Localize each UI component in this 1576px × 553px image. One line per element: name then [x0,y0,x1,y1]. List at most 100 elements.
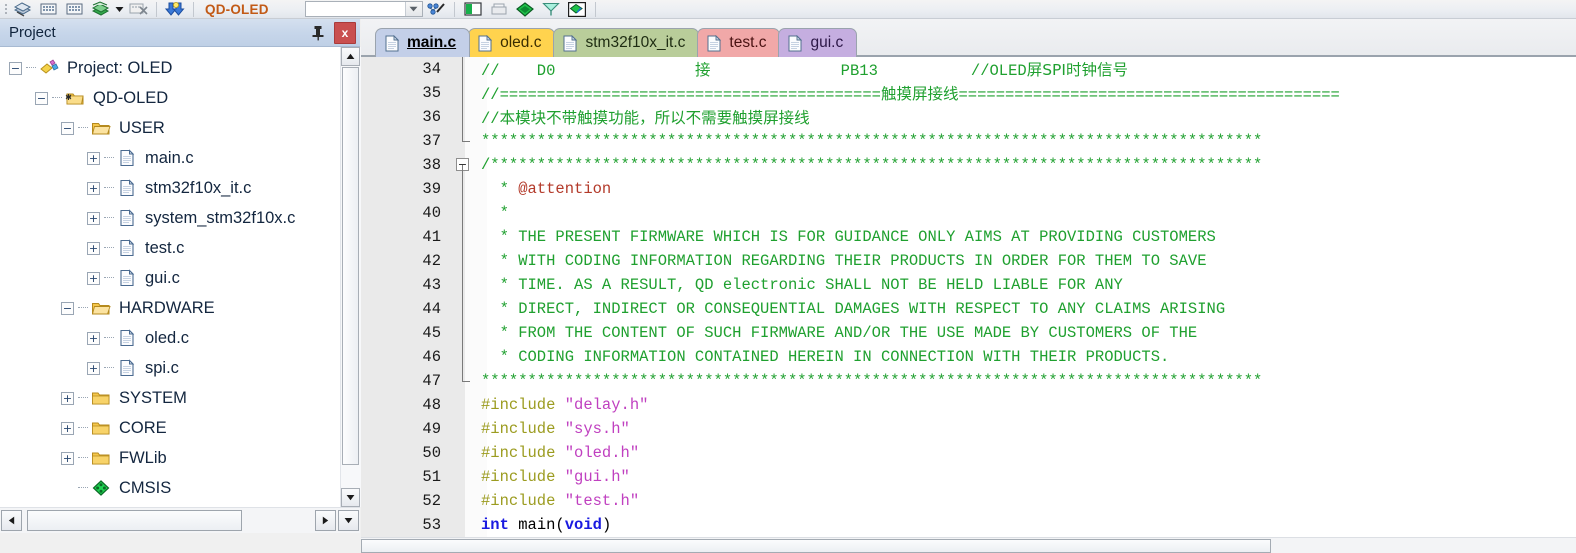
collapse-icon[interactable]: − [61,121,74,135]
code-line[interactable]: 43 * TIME. AS A RESULT, QD electronic SH… [361,273,1576,297]
translate-icon[interactable] [9,0,35,18]
target-selector-dropdown[interactable] [304,1,423,17]
batch-build-icon[interactable] [87,0,113,18]
tree-item-user[interactable]: − USER [1,113,341,143]
code-line[interactable]: 45 * FROM THE CONTENT OF SUCH FIRMWARE A… [361,321,1576,345]
close-icon[interactable]: x [334,22,356,44]
code-text: int main(void) [481,516,612,534]
functions-window-icon[interactable] [512,0,538,18]
scroll-thumb-editor[interactable] [361,539,1271,553]
expand-icon[interactable]: + [87,271,100,285]
code-line[interactable]: 35 //====================================… [361,81,1576,105]
code-line[interactable]: 47 **************************************… [361,369,1576,393]
scroll-thumb[interactable] [342,67,359,465]
tree-item-spi-c[interactable]: + spi.c [1,353,341,383]
code-line[interactable]: 53 int main(void) [361,513,1576,537]
tree-item-fwlib[interactable]: + FWLib [1,443,341,473]
expand-icon[interactable]: + [87,211,100,225]
scroll-thumb-horizontal[interactable] [27,510,242,531]
code-line[interactable]: 38−/************************************… [361,153,1576,177]
code-line[interactable]: 51 #include "gui.h" [361,465,1576,489]
project-tree-vertical-scrollbar[interactable] [340,47,361,507]
expand-icon[interactable]: + [87,151,100,165]
stop-build-icon[interactable] [125,0,151,18]
line-number: 37 [422,132,441,150]
tree-item-cmsis[interactable]: CMSIS [1,473,341,503]
tree-item-qd-oled[interactable]: − QD-OLED [1,83,341,113]
code-text: #include "test.h" [481,492,640,510]
tree-item-oled-c[interactable]: + oled.c [1,323,341,353]
pin-icon[interactable] [308,23,328,43]
manage-project-items-icon[interactable] [423,0,449,18]
scroll-track[interactable] [23,510,314,531]
code-line[interactable]: 41 * THE PRESENT FIRMWARE WHICH IS FOR G… [361,225,1576,249]
tree-item-label: Project: OLED [67,58,173,77]
fold-marker[interactable]: − [453,153,475,177]
batch-build-dropdown-icon[interactable] [113,0,125,18]
tree-item-project-oled[interactable]: − Project: OLED [1,53,341,83]
scroll-down-button-2[interactable] [338,510,359,531]
code-line[interactable]: 44 * DIRECT, INDIRECT OR CONSEQUENTIAL D… [361,297,1576,321]
tree-item-test-c[interactable]: + test.c [1,233,341,263]
fold-marker [453,489,475,513]
project-window-icon[interactable] [460,0,486,18]
code-line[interactable]: 49 #include "sys.h" [361,417,1576,441]
tree-item-core[interactable]: + CORE [1,413,341,443]
books-window-icon[interactable] [486,0,512,18]
tree-item-gui-c[interactable]: + gui.c [1,263,341,293]
fold-marker [453,345,475,369]
chevron-down-icon[interactable] [404,2,422,16]
source-browser-icon[interactable] [564,0,590,18]
tree-item-main-c[interactable]: + main.c [1,143,341,173]
code-line[interactable]: 37 **************************************… [361,129,1576,153]
scroll-right-button[interactable] [315,510,336,531]
project-tree-horizontal-scrollbar[interactable] [0,507,360,533]
editor-tab-gui-c[interactable]: gui.c [778,28,858,57]
tree-connector [104,187,114,189]
code-line[interactable]: 48 #include "delay.h" [361,393,1576,417]
code-line[interactable]: 34 // D0 接 PB13 //OLED屏SPI时钟信号 [361,57,1576,81]
code-line[interactable]: 39 * @attention [361,177,1576,201]
code-line[interactable]: 52 #include "test.h" [361,489,1576,513]
code-line[interactable]: 42 * WITH CODING INFORMATION REGARDING T… [361,249,1576,273]
code-editor[interactable]: 34 // D0 接 PB13 //OLED屏SPI时钟信号 35 //=======… [361,57,1576,537]
collapse-icon[interactable]: − [35,91,48,105]
editor-tab-test-c[interactable]: test.c [697,28,781,57]
closed-folder-icon [90,388,112,408]
expand-icon[interactable]: + [61,421,74,435]
tree-connector [78,397,88,399]
expand-icon[interactable]: + [87,181,100,195]
rebuild-all-icon[interactable] [61,0,87,18]
scroll-left-button[interactable] [1,510,22,531]
toolbar-grip[interactable] [2,1,9,18]
tree-item-system[interactable]: + SYSTEM [1,383,341,413]
templates-window-icon[interactable] [538,0,564,18]
code-line[interactable]: 36 //本模块不带触摸功能，所以不需要触摸屏接线 [361,105,1576,129]
code-line[interactable]: 40 * [361,201,1576,225]
tree-item-hardware[interactable]: − HARDWARE [1,293,341,323]
build-icon[interactable] [35,0,61,18]
expand-icon[interactable]: + [87,241,100,255]
expand-icon[interactable]: + [61,451,74,465]
scroll-down-button[interactable] [341,488,360,507]
expand-icon[interactable]: + [61,391,74,405]
editor-horizontal-scrollbar[interactable] [361,537,1576,553]
editor-tab-main-c[interactable]: main.c [375,28,471,57]
editor-tab-oled-c[interactable]: oled.c [468,28,556,57]
expand-icon[interactable]: + [87,331,100,345]
code-text: ****************************************… [481,372,1263,390]
tree-connector [78,127,88,129]
tree-item-system-stm32f10x-c[interactable]: + system_stm32f10x.c [1,203,341,233]
fold-marker [453,369,475,393]
tree-item-stm32f10x-it-c[interactable]: + stm32f10x_it.c [1,173,341,203]
collapse-icon[interactable]: − [9,61,22,75]
collapse-icon[interactable]: − [61,301,74,315]
scroll-up-button[interactable] [341,47,360,66]
expand-icon[interactable]: + [87,361,100,375]
c-file-icon [706,34,722,52]
download-icon[interactable] [162,0,188,18]
code-line[interactable]: 50 #include "oled.h" [361,441,1576,465]
editor-tab-stm32f10x_it-c[interactable]: stm32f10x_it.c [553,28,700,57]
code-line[interactable]: 46 * CODING INFORMATION CONTAINED HEREIN… [361,345,1576,369]
